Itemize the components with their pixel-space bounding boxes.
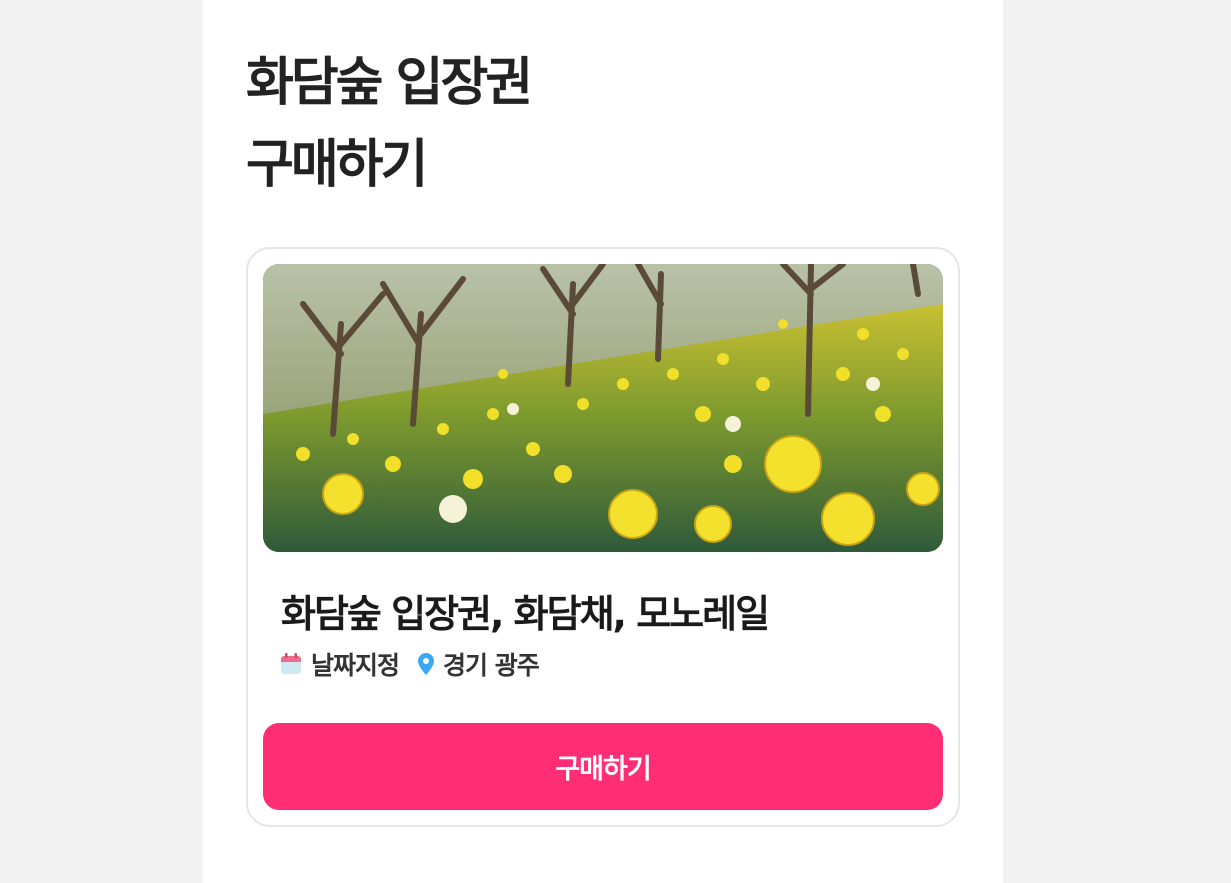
page-title-line-2: 구매하기 xyxy=(246,135,428,195)
date-info: 날짜지정 xyxy=(279,646,400,682)
date-label: 날짜지정 xyxy=(311,651,400,680)
calendar-icon xyxy=(281,653,301,674)
location-info: 경기 광주 xyxy=(417,646,540,682)
product-title: 화담숲 입장권, 화담채, 모노레일 xyxy=(281,592,770,636)
product-meta: 날짜지정 경기 광주 xyxy=(279,646,540,682)
page-container: 화담숲 입장권 구매하기 화담숲 입장권, 화담채, 모노레일 날짜지정 경기 … xyxy=(203,0,1003,883)
location-pin-icon xyxy=(418,653,435,675)
page-title: 화담숲 입장권 구매하기 xyxy=(246,42,533,206)
page-title-line-1: 화담숲 입장권 xyxy=(246,53,533,113)
product-card: 화담숲 입장권, 화담채, 모노레일 날짜지정 경기 광주 구매하기 xyxy=(246,247,960,827)
daffodil-field-photo xyxy=(263,264,943,552)
buy-button[interactable]: 구매하기 xyxy=(263,723,943,810)
location-label: 경기 광주 xyxy=(443,651,540,680)
product-image xyxy=(263,264,943,552)
